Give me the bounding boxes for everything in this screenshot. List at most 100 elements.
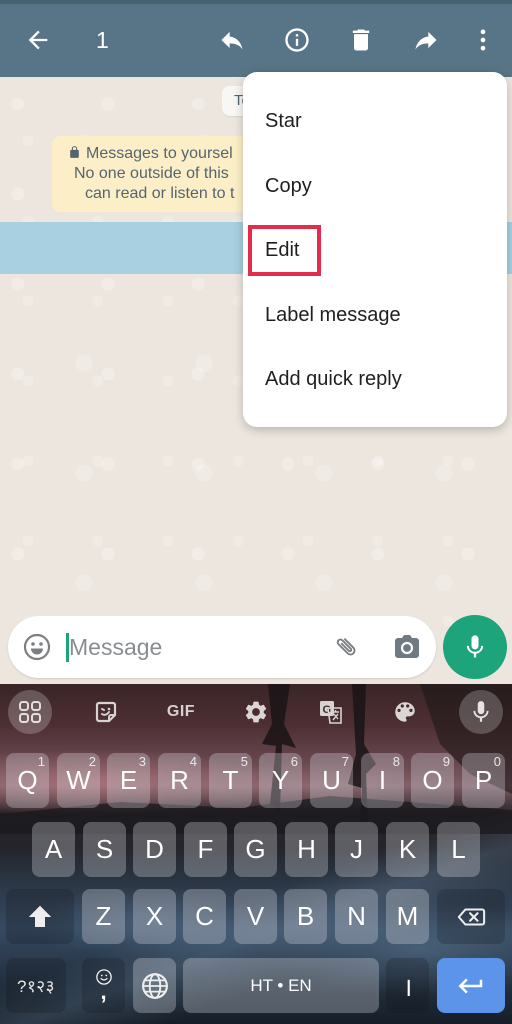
key-hint: 8: [392, 754, 400, 769]
symbols-key[interactable]: ?१२३: [6, 958, 66, 1013]
key-label: U: [322, 765, 341, 795]
gear-icon: [245, 701, 267, 723]
keyboard: GIF G 1Q 2W 3E 4R 5T 6Y 7U 8I 9O 0P A S …: [0, 684, 512, 1024]
key-hint: 4: [189, 754, 197, 769]
selection-toolbar: 1: [0, 0, 512, 77]
key-hint: 6: [290, 754, 298, 769]
gif-label: GIF: [166, 703, 196, 720]
key-q[interactable]: 1Q: [6, 753, 49, 808]
key-w[interactable]: 2W: [57, 753, 100, 808]
key-b[interactable]: B: [284, 889, 327, 944]
enter-arrow-icon: [458, 978, 483, 993]
theme-button[interactable]: [383, 690, 427, 734]
key-t[interactable]: 5T: [209, 753, 252, 808]
enter-key[interactable]: [437, 958, 505, 1013]
paperclip-icon: [336, 638, 356, 656]
key-o[interactable]: 9O: [411, 753, 454, 808]
gif-button[interactable]: GIF: [159, 690, 203, 734]
emoji-comma-key[interactable]: ,: [82, 958, 125, 1013]
translate-button[interactable]: G: [309, 690, 353, 734]
key-c[interactable]: C: [183, 889, 226, 944]
symbols-label: ?१२३: [17, 977, 55, 996]
key-n[interactable]: N: [335, 889, 378, 944]
voice-message-button[interactable]: [443, 615, 507, 679]
sticker-button[interactable]: [84, 690, 128, 734]
message-composer: Message: [8, 616, 436, 678]
key-f[interactable]: F: [184, 822, 227, 877]
key-j[interactable]: J: [335, 822, 378, 877]
key-h[interactable]: H: [285, 822, 328, 877]
message-context-menu: Star Copy Edit Label message Add quick r…: [243, 72, 507, 427]
key-hint: 2: [88, 754, 96, 769]
key-s[interactable]: S: [83, 822, 126, 877]
key-u[interactable]: 7U: [310, 753, 353, 808]
key-g[interactable]: G: [234, 822, 277, 877]
period-key[interactable]: ।: [386, 958, 429, 1013]
delete-icon: [352, 29, 370, 51]
key-label: I: [378, 765, 387, 795]
reply-icon: [221, 31, 243, 50]
reply-button[interactable]: [216, 24, 248, 56]
menu-item-label-message[interactable]: Label message: [243, 283, 507, 348]
key-p[interactable]: 0P: [462, 753, 505, 808]
info-button[interactable]: [281, 24, 313, 56]
more-vert-icon: [480, 29, 486, 51]
camera-icon: [395, 635, 419, 658]
language-switch-key[interactable]: [133, 958, 176, 1013]
key-a[interactable]: A: [32, 822, 75, 877]
key-hint: 5: [240, 754, 248, 769]
shift-key[interactable]: [6, 889, 74, 944]
back-button[interactable]: [22, 24, 54, 56]
sticker-icon: [95, 701, 117, 723]
attach-button[interactable]: [331, 631, 363, 663]
backspace-key[interactable]: [437, 889, 505, 944]
emoji-icon: [23, 633, 51, 661]
key-k[interactable]: K: [386, 822, 429, 877]
key-l[interactable]: L: [437, 822, 480, 877]
key-hint: 7: [341, 754, 349, 769]
translate-icon: G: [320, 701, 342, 724]
key-row-2: A S D F G H J K L: [0, 822, 512, 877]
menu-item-add-quick-reply[interactable]: Add quick reply: [243, 347, 507, 412]
apps-button[interactable]: [8, 690, 52, 734]
key-i[interactable]: 8I: [361, 753, 404, 808]
key-v[interactable]: V: [234, 889, 277, 944]
key-label: R: [170, 765, 189, 795]
emoji-button[interactable]: [22, 632, 52, 662]
key-label: E: [119, 765, 138, 795]
delete-button[interactable]: [345, 24, 377, 56]
key-r[interactable]: 4R: [158, 753, 201, 808]
menu-item-copy[interactable]: Copy: [243, 154, 507, 219]
status-bar-strip: [0, 0, 512, 4]
key-m[interactable]: M: [386, 889, 429, 944]
mic-icon: [466, 635, 484, 658]
voice-input-button[interactable]: [459, 690, 503, 734]
globe-icon: [141, 972, 168, 999]
encryption-notice-text-2: No one outside of this: [74, 165, 229, 182]
info-icon: [285, 28, 309, 52]
encryption-notice-line: Messages to yoursel: [68, 144, 233, 164]
key-label: W: [66, 765, 91, 795]
more-options-button[interactable]: [467, 24, 499, 56]
selected-count: 1: [96, 27, 109, 53]
key-hint: 3: [138, 754, 146, 769]
message-input[interactable]: Message: [69, 633, 162, 662]
key-x[interactable]: X: [133, 889, 176, 944]
key-y[interactable]: 6Y: [259, 753, 302, 808]
forward-button[interactable]: [410, 24, 442, 56]
key-e[interactable]: 3E: [107, 753, 150, 808]
key-z[interactable]: Z: [82, 889, 125, 944]
key-d[interactable]: D: [133, 822, 176, 877]
key-hint: 0: [493, 754, 501, 769]
key-label: O: [422, 765, 443, 795]
space-bar[interactable]: HT • EN: [183, 958, 379, 1013]
camera-button[interactable]: [392, 633, 422, 661]
backspace-icon: [457, 907, 486, 926]
keyboard-settings-button[interactable]: [234, 690, 278, 734]
comma-label: ,: [100, 978, 107, 1004]
menu-item-star[interactable]: Star: [243, 89, 507, 154]
arrow-back-icon: [28, 30, 48, 50]
key-row-3: Z X C V B N M: [0, 889, 512, 944]
key-hint: 1: [37, 754, 45, 769]
encryption-notice-text-3: can read or listen to t: [85, 185, 235, 202]
